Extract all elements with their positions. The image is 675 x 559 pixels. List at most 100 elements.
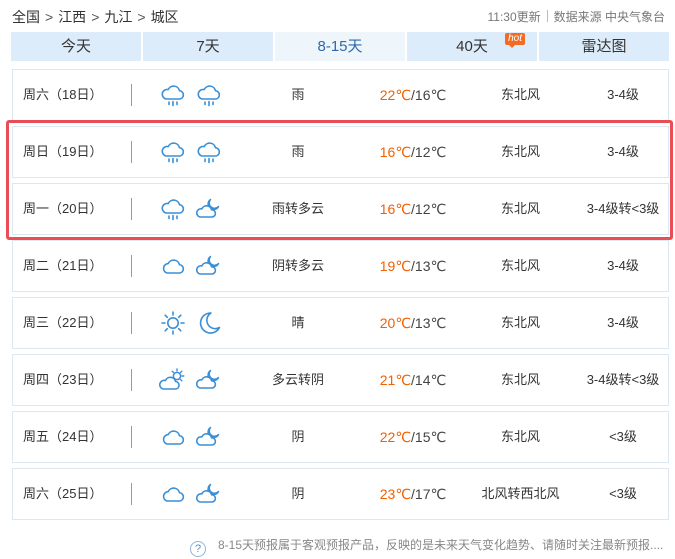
high-temp: 16℃ [379,144,412,160]
forecast-row: 周六（18日） 雨 22℃/16℃ 东北风 3-4级 [12,69,669,121]
low-temp: /12℃ [411,144,447,160]
tab-8-15-days[interactable]: 8-15天 [275,32,405,61]
breadcrumb-separator: > [91,9,100,25]
forecast-row: 周三（22日） 晴 20℃/13℃ 东北风 3-4级 [12,297,669,349]
temperature: 22℃/15℃ [368,412,458,462]
tab-label: 雷达图 [581,38,627,55]
day-label: 周六（18日） [23,87,103,102]
low-temp: /16℃ [411,87,447,103]
day-label: 周日（19日） [23,144,103,159]
tab-label: 7天 [196,38,220,55]
wind-level: 3-4级转<3级 [586,201,660,216]
wind-direction: 东北风 [500,429,540,444]
weather-description: 阴 [291,486,305,501]
weather-description: 雨 [291,87,305,102]
help-icon[interactable]: ? [190,541,206,557]
cloud-icon [159,252,187,280]
rain-cloud-icon [195,81,223,109]
rain-cloud-icon [195,138,223,166]
forecast-tabs: 今天 7天 8-15天 40天 hot 雷达图 [11,32,669,61]
forecast-row: 周六（25日） 阴 23℃/17℃ 北风转西北风 <3级 [12,468,669,520]
weather-description: 多云转阴 [271,372,324,387]
rain-cloud-icon [159,81,187,109]
wind-level: <3级 [609,429,637,444]
day-label: 周一（20日） [23,201,103,216]
row-divider [131,198,132,220]
row-divider [131,312,132,334]
wind-level: <3级 [609,486,637,501]
wind-direction: 东北风 [500,315,540,330]
wind-direction: 东北风 [500,372,540,387]
low-temp: /14℃ [411,372,447,388]
wind-level: 3-4级转<3级 [586,372,660,387]
tab-label: 今天 [60,38,91,55]
high-temp: 22℃ [379,87,412,103]
moon-icon [195,309,223,337]
weather-description: 雨 [291,144,305,159]
meta-divider [546,10,548,22]
temperature: 19℃/13℃ [368,241,458,291]
forecast-note: ? 8-15天预报属于客观预报产品，反映的是未来天气变化趋势、请随时关注最新预报.… [190,535,670,557]
weather-description: 阴转多云 [271,258,324,273]
forecast-note-text: 8-15天预报属于客观预报产品，反映的是未来天气变化趋势、请随时关注最新预报..… [218,538,664,552]
wind-direction: 东北风 [500,144,540,159]
weather-icons [159,423,223,451]
row-divider [131,426,132,448]
temperature: 23℃/17℃ [368,469,458,519]
weather-description: 雨转多云 [271,201,324,216]
high-temp: 20℃ [379,315,412,331]
weather-icons [159,195,223,223]
weather-icons [159,138,223,166]
update-meta: 11:30更新 数据来源 中央气象台 [488,9,665,25]
weather-icons [159,252,223,280]
low-temp: /13℃ [411,258,447,274]
tab-today[interactable]: 今天 [11,32,141,61]
weather-icons [159,81,223,109]
partly-cloudy-day-icon [159,366,187,394]
wind-direction: 东北风 [500,87,540,102]
rain-cloud-icon [159,195,187,223]
temperature: 22℃/16℃ [368,70,458,120]
wind-level: 3-4级 [607,315,639,330]
low-temp: /12℃ [411,201,447,217]
cloudy-night-icon [195,252,223,280]
low-temp: /13℃ [411,315,447,331]
day-label: 周二（21日） [23,258,103,273]
wind-direction: 东北风 [500,258,540,273]
breadcrumb-separator: > [137,9,146,25]
top-bar: 全国 > 江西 > 九江 > 城区 11:30更新 数据来源 中央气象台 [12,8,667,28]
breadcrumb: 全国 > 江西 > 九江 > 城区 [12,8,179,26]
weather-description: 晴 [291,315,305,330]
tab-40-days[interactable]: 40天 hot [407,32,537,61]
high-temp: 23℃ [379,486,412,502]
forecast-row: 周五（24日） 阴 22℃/15℃ 东北风 <3级 [12,411,669,463]
row-divider [131,483,132,505]
breadcrumb-item-district: 城区 [150,9,179,25]
cloudy-night-icon [195,195,223,223]
wind-level: 3-4级 [607,144,639,159]
cloudy-night-icon [195,423,223,451]
row-divider [131,84,132,106]
high-temp: 21℃ [379,372,412,388]
wind-direction: 东北风 [500,201,540,216]
day-label: 周五（24日） [23,429,103,444]
cloudy-night-icon [195,366,223,394]
temperature: 21℃/14℃ [368,355,458,405]
wind-direction: 北风转西北风 [481,486,560,501]
breadcrumb-item-country[interactable]: 全国 [12,8,40,26]
high-temp: 22℃ [379,429,412,445]
low-temp: /15℃ [411,429,447,445]
breadcrumb-item-province[interactable]: 江西 [58,8,86,26]
wind-level: 3-4级 [607,258,639,273]
weather-icons [159,309,223,337]
tab-radar[interactable]: 雷达图 [539,32,669,61]
row-divider [131,255,132,277]
forecast-row: 周一（20日） 雨转多云 16℃/12℃ 东北风 3-4级转<3级 [12,183,669,235]
cloud-icon [159,480,187,508]
row-divider [131,369,132,391]
breadcrumb-item-city[interactable]: 九江 [104,8,132,26]
sun-icon [159,309,187,337]
forecast-row: 周二（21日） 阴转多云 19℃/13℃ 东北风 3-4级 [12,240,669,292]
day-label: 周六（25日） [23,486,103,501]
tab-7-days[interactable]: 7天 [143,32,273,61]
